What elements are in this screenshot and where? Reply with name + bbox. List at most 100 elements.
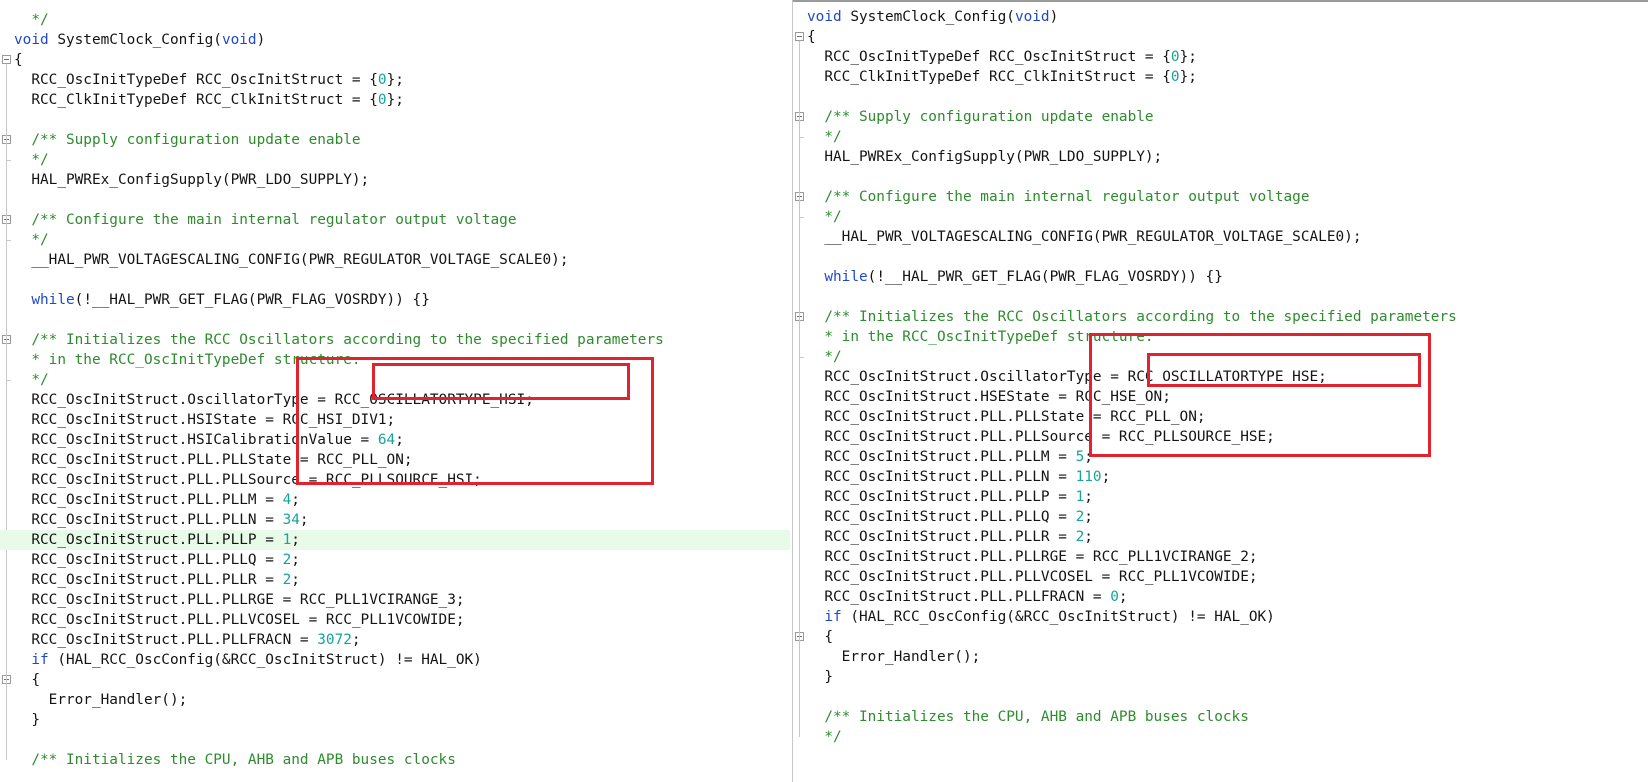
- code-line[interactable]: while(!__HAL_PWR_GET_FLAG(PWR_FLAG_VOSRD…: [793, 267, 1648, 287]
- code-line[interactable]: __HAL_PWR_VOLTAGESCALING_CONFIG(PWR_REGU…: [0, 250, 790, 270]
- code-line[interactable]: */: [793, 127, 1648, 147]
- code-line[interactable]: Error_Handler();: [0, 690, 790, 710]
- code-line[interactable]: RCC_ClkInitTypeDef RCC_ClkInitStruct = {…: [0, 90, 790, 110]
- code-line-text: */: [14, 370, 49, 390]
- code-line[interactable]: RCC_OscInitStruct.PLL.PLLN = 110;: [793, 467, 1648, 487]
- code-line[interactable]: RCC_OscInitStruct.PLL.PLLSource = RCC_PL…: [793, 427, 1648, 447]
- code-line[interactable]: * in the RCC_OscInitTypeDef structure.: [793, 327, 1648, 347]
- code-line[interactable]: */: [793, 207, 1648, 227]
- code-line-text: while(!__HAL_PWR_GET_FLAG(PWR_FLAG_VOSRD…: [14, 290, 430, 310]
- code-line[interactable]: [0, 270, 790, 290]
- code-line[interactable]: }: [0, 710, 790, 730]
- code-line[interactable]: RCC_OscInitStruct.PLL.PLLVCOSEL = RCC_PL…: [0, 610, 790, 630]
- code-line[interactable]: /** Initializes the RCC Oscillators acco…: [793, 307, 1648, 327]
- code-line[interactable]: HAL_PWREx_ConfigSupply(PWR_LDO_SUPPLY);: [0, 170, 790, 190]
- code-line[interactable]: [0, 110, 790, 130]
- code-line[interactable]: /** Supply configuration update enable: [0, 130, 790, 150]
- code-line[interactable]: __HAL_PWR_VOLTAGESCALING_CONFIG(PWR_REGU…: [793, 227, 1648, 247]
- code-token-keyword: if: [824, 609, 842, 625]
- code-line[interactable]: RCC_OscInitStruct.PLL.PLLQ = 2;: [793, 507, 1648, 527]
- code-line[interactable]: RCC_OscInitStruct.PLL.PLLM = 5;: [793, 447, 1648, 467]
- code-token: ;: [299, 512, 309, 528]
- code-token-number: 2: [1075, 509, 1085, 525]
- code-line[interactable]: /** Initializes the RCC Oscillators acco…: [0, 330, 790, 350]
- code-token: RCC_OscInitStruct.PLL.PLLN =: [14, 512, 283, 528]
- code-line[interactable]: */: [0, 370, 790, 390]
- code-line[interactable]: RCC_OscInitStruct.PLL.PLLState = RCC_PLL…: [793, 407, 1648, 427]
- code-line[interactable]: [0, 730, 790, 750]
- code-line-text: */: [807, 207, 841, 227]
- code-line[interactable]: RCC_OscInitStruct.PLL.PLLP = 1;: [793, 487, 1648, 507]
- code-line[interactable]: RCC_OscInitStruct.PLL.PLLRGE = RCC_PLL1V…: [0, 590, 790, 610]
- code-token: __HAL_PWR_VOLTAGESCALING_CONFIG(PWR_REGU…: [14, 252, 569, 268]
- code-line[interactable]: if (HAL_RCC_OscConfig(&RCC_OscInitStruct…: [0, 650, 790, 670]
- code-line[interactable]: void SystemClock_Config(void): [793, 7, 1648, 27]
- code-line[interactable]: RCC_OscInitStruct.PLL.PLLVCOSEL = RCC_PL…: [793, 567, 1648, 587]
- code-line[interactable]: RCC_OscInitStruct.OscillatorType = RCC_O…: [793, 367, 1648, 387]
- code-line[interactable]: */: [793, 727, 1648, 747]
- code-line[interactable]: {: [0, 670, 790, 690]
- code-line[interactable]: * in the RCC_OscInitTypeDef structure.: [0, 350, 790, 370]
- left-code-pane[interactable]: */ void SystemClock_Config(void) { RCC_Osc…: [0, 0, 790, 782]
- code-line[interactable]: RCC_OscInitStruct.PLL.PLLR = 2;: [793, 527, 1648, 547]
- code-line[interactable]: RCC_OscInitStruct.HSEState = RCC_HSE_ON;: [793, 387, 1648, 407]
- code-line-text: RCC_OscInitStruct.OscillatorType = RCC_O…: [14, 390, 534, 410]
- code-line[interactable]: RCC_OscInitStruct.HSICalibrationValue = …: [0, 430, 790, 450]
- code-token-number: 4: [282, 492, 292, 508]
- code-line-text: RCC_ClkInitTypeDef RCC_ClkInitStruct = {…: [807, 67, 1197, 87]
- code-token-comment: * in the RCC_OscInitTypeDef structure.: [14, 352, 361, 368]
- code-line[interactable]: RCC_OscInitStruct.PLL.PLLState = RCC_PLL…: [0, 450, 790, 470]
- code-line[interactable]: RCC_OscInitStruct.PLL.PLLFRACN = 3072;: [0, 630, 790, 650]
- code-line[interactable]: */: [0, 150, 790, 170]
- code-token: RCC_OscInitStruct.PLL.PLLQ =: [807, 509, 1076, 525]
- code-line[interactable]: RCC_OscInitStruct.PLL.PLLQ = 2;: [0, 550, 790, 570]
- code-line[interactable]: {: [793, 627, 1648, 647]
- code-line[interactable]: if (HAL_RCC_OscConfig(&RCC_OscInitStruct…: [793, 607, 1648, 627]
- code-line[interactable]: */: [0, 230, 790, 250]
- code-line[interactable]: RCC_OscInitTypeDef RCC_OscInitStruct = {…: [0, 70, 790, 90]
- code-line[interactable]: [0, 190, 790, 210]
- code-line[interactable]: RCC_OscInitStruct.PLL.PLLFRACN = 0;: [793, 587, 1648, 607]
- code-line[interactable]: [793, 167, 1648, 187]
- code-line[interactable]: RCC_OscInitTypeDef RCC_OscInitStruct = {…: [793, 47, 1648, 67]
- code-line[interactable]: [793, 247, 1648, 267]
- code-line[interactable]: RCC_ClkInitTypeDef RCC_ClkInitStruct = {…: [793, 67, 1648, 87]
- code-token: (!__HAL_PWR_GET_FLAG(PWR_FLAG_VOSRDY)) {…: [867, 269, 1223, 285]
- code-line[interactable]: */: [793, 347, 1648, 367]
- code-line[interactable]: HAL_PWREx_ConfigSupply(PWR_LDO_SUPPLY);: [793, 147, 1648, 167]
- code-token-comment: */: [14, 12, 49, 28]
- code-line[interactable]: /** Configure the main internal regulato…: [793, 187, 1648, 207]
- code-line[interactable]: RCC_OscInitStruct.PLL.PLLSource = RCC_PL…: [0, 470, 790, 490]
- code-token-keyword: void: [807, 9, 842, 25]
- code-line[interactable]: while(!__HAL_PWR_GET_FLAG(PWR_FLAG_VOSRD…: [0, 290, 790, 310]
- code-token-comment: */: [14, 372, 49, 388]
- code-token-comment: */: [807, 729, 842, 745]
- code-line[interactable]: /** Initializes the CPU, AHB and APB bus…: [793, 707, 1648, 727]
- right-code-pane[interactable]: void SystemClock_Config(void) { RCC_OscIn…: [792, 0, 1648, 782]
- code-line[interactable]: RCC_OscInitStruct.HSIState = RCC_HSI_DIV…: [0, 410, 790, 430]
- code-line[interactable]: /** Supply configuration update enable: [793, 107, 1648, 127]
- code-line[interactable]: Error_Handler();: [793, 647, 1648, 667]
- code-line[interactable]: void SystemClock_Config(void): [0, 30, 790, 50]
- code-line-text: while(!__HAL_PWR_GET_FLAG(PWR_FLAG_VOSRD…: [807, 267, 1223, 287]
- code-line[interactable]: RCC_OscInitStruct.OscillatorType = RCC_O…: [0, 390, 790, 410]
- code-line[interactable]: RCC_OscInitStruct.PLL.PLLM = 4;: [0, 490, 790, 510]
- code-token: Error_Handler();: [14, 692, 188, 708]
- code-line[interactable]: {: [793, 27, 1648, 47]
- code-line[interactable]: [793, 687, 1648, 707]
- code-line[interactable]: [793, 87, 1648, 107]
- code-line[interactable]: }: [793, 667, 1648, 687]
- code-line[interactable]: /** Initializes the CPU, AHB and APB bus…: [0, 750, 790, 770]
- code-line[interactable]: */: [0, 10, 790, 30]
- code-line[interactable]: RCC_OscInitStruct.PLL.PLLRGE = RCC_PLL1V…: [793, 547, 1648, 567]
- code-line[interactable]: {: [0, 50, 790, 70]
- code-token: RCC_OscInitStruct.OscillatorType = RCC_O…: [807, 369, 1327, 385]
- code-token-comment: * in the RCC_OscInitTypeDef structure.: [807, 329, 1154, 345]
- code-line[interactable]: RCC_OscInitStruct.PLL.PLLP = 1;: [0, 530, 790, 550]
- code-line[interactable]: /** Configure the main internal regulato…: [0, 210, 790, 230]
- code-line[interactable]: [793, 287, 1648, 307]
- code-line[interactable]: RCC_OscInitStruct.PLL.PLLR = 2;: [0, 570, 790, 590]
- code-line[interactable]: RCC_OscInitStruct.PLL.PLLN = 34;: [0, 510, 790, 530]
- code-token: RCC_OscInitStruct.PLL.PLLR =: [807, 529, 1076, 545]
- code-line[interactable]: [0, 310, 790, 330]
